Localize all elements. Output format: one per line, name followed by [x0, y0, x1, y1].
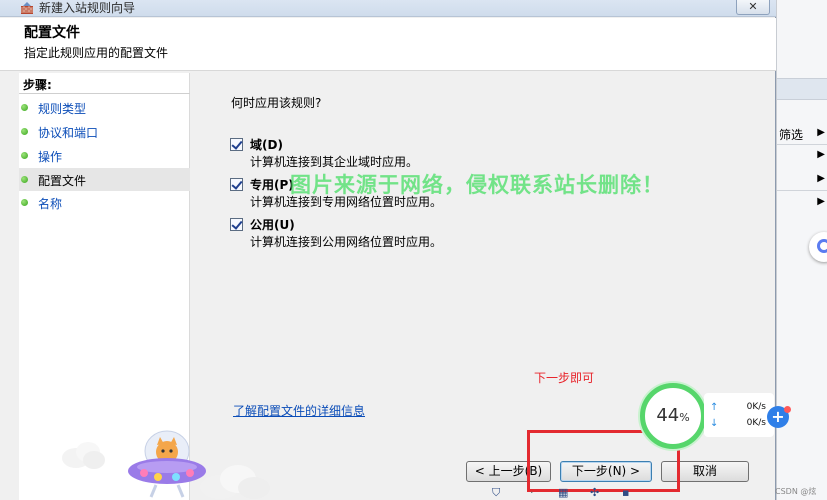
steps-divider	[19, 93, 190, 94]
speed-percent-unit: %	[679, 411, 690, 424]
plus-icon: +	[771, 407, 785, 426]
option-description: 计算机连接到其企业域时应用。	[250, 155, 419, 169]
step-label: 协议和端口	[38, 126, 99, 140]
bottom-toolbar: ⛉ · ▦ ✣ ▪	[480, 485, 640, 500]
page-header: 配置文件 指定此规则应用的配置文件	[0, 18, 776, 71]
watermark-text: 图片来源于网络，侵权联系站长删除！	[290, 173, 664, 197]
option-label: 域(D)	[250, 138, 283, 152]
green-bullet-icon	[21, 199, 28, 206]
chevron-right-icon: ▶	[817, 196, 825, 207]
upload-speed-row: ↑ 0K/s	[710, 402, 770, 413]
background-menu-row-3[interactable]: ▶	[779, 172, 827, 192]
step-action[interactable]: 操作	[19, 144, 190, 167]
title-bar[interactable]: 新建入站规则向导 ✕	[0, 0, 776, 17]
windows-icon[interactable]: ▪	[622, 486, 629, 499]
shield-icon[interactable]: ⛉	[492, 486, 500, 500]
step-label: 规则类型	[38, 102, 87, 116]
chevron-right-icon: ▶	[817, 173, 825, 184]
ufo-cat-sticker-icon	[128, 430, 206, 498]
step-rule-type[interactable]: 规则类型	[19, 96, 190, 119]
steps-heading: 步骤:	[23, 78, 52, 92]
annotation-text: 下一步即可	[534, 371, 595, 385]
background-menu-filter[interactable]: 筛选 ▶	[779, 126, 827, 146]
cloud-icon	[200, 465, 270, 499]
private-checkbox[interactable]	[230, 178, 243, 191]
green-bullet-icon	[21, 176, 28, 183]
public-checkbox[interactable]	[230, 218, 243, 231]
background-menu-filter-label: 筛选	[779, 128, 804, 142]
option-label: 公用(U)	[250, 218, 295, 232]
page-subtitle: 指定此规则应用的配置文件	[24, 46, 169, 60]
step-protocol-and-ports[interactable]: 协议和端口	[19, 120, 190, 143]
green-bullet-icon	[21, 152, 28, 159]
download-arrow-icon: ↓	[710, 418, 719, 429]
speed-widget-panel[interactable]: ↑ 0K/s ↓ 0K/s	[704, 393, 774, 437]
credit-text: CSDN @炫o。	[775, 487, 817, 500]
option-label: 专用(P)	[250, 178, 294, 192]
background-menu-row-4[interactable]: ▶	[779, 195, 827, 215]
background-divider	[777, 190, 827, 191]
chevron-right-icon: ▶	[817, 127, 825, 138]
step-profile[interactable]: 配置文件	[19, 168, 190, 191]
speed-percent-display: 44%	[645, 405, 701, 426]
speed-widget-ring[interactable]: 44%	[640, 383, 706, 449]
window-title: 新建入站规则向导	[39, 1, 136, 15]
green-bullet-icon	[21, 104, 28, 111]
option-description: 计算机连接到公用网络位置时应用。	[250, 235, 443, 249]
cloud-icon	[62, 442, 105, 469]
background-menu-row-2[interactable]: ▶	[779, 148, 827, 168]
firewall-icon	[21, 2, 33, 14]
step-label: 名称	[38, 197, 63, 211]
floating-assistant-icon[interactable]	[809, 232, 827, 262]
green-bullet-icon	[21, 128, 28, 135]
dot-icon[interactable]: ·	[530, 486, 534, 499]
upload-speed: 0K/s	[746, 402, 766, 412]
upload-arrow-icon: ↑	[710, 402, 719, 413]
download-speed: 0K/s	[746, 418, 766, 428]
chevron-right-icon: ▶	[817, 149, 825, 160]
learn-more-link[interactable]: 了解配置文件的详细信息	[233, 402, 365, 419]
close-button[interactable]: ✕	[736, 0, 770, 15]
background-divider	[777, 144, 827, 145]
grid-icon[interactable]: ▦	[558, 486, 568, 499]
domain-checkbox[interactable]	[230, 138, 243, 151]
speed-percent: 44	[656, 405, 680, 426]
close-icon: ✕	[748, 0, 758, 13]
download-speed-row: ↓ 0K/s	[710, 418, 770, 429]
page-title: 配置文件	[24, 25, 80, 41]
step-name[interactable]: 名称	[19, 191, 190, 214]
question-text: 何时应用该规则?	[231, 96, 322, 110]
background-app-header-strip	[777, 78, 827, 100]
tool-icon[interactable]: ✣	[590, 486, 599, 499]
step-label: 操作	[38, 150, 63, 164]
step-label: 配置文件	[38, 174, 87, 188]
notification-dot	[784, 406, 791, 413]
